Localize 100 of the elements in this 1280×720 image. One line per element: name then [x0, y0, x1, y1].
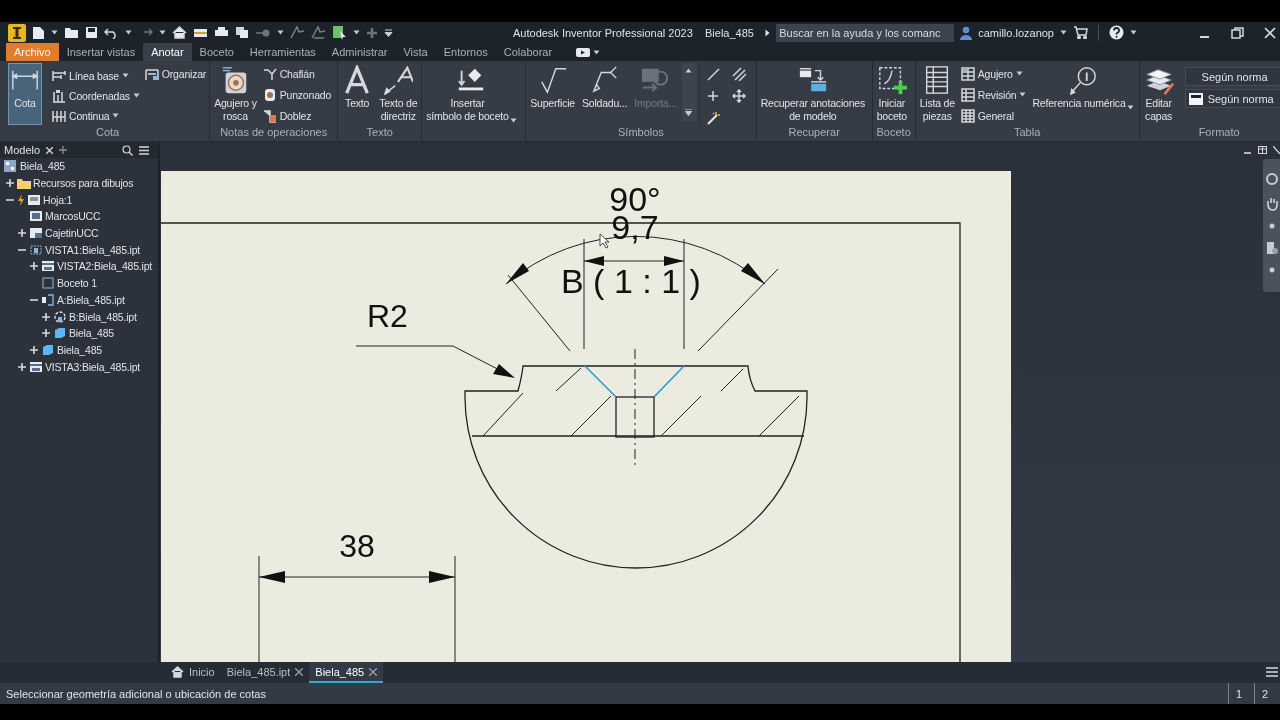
document-tab[interactable]: Biela_485.ipt: [220, 662, 310, 683]
document-tab[interactable]: Biela_485: [309, 662, 384, 683]
ribbon-button[interactable]: Cota: [8, 63, 42, 125]
expand-icon[interactable]: [30, 262, 38, 271]
document-tab[interactable]: Inicio: [165, 662, 221, 683]
plus-icon[interactable]: [366, 26, 378, 39]
tree-item[interactable]: Boceto 1: [57, 277, 97, 290]
ribbon-button[interactable]: Continua: [51, 107, 141, 124]
ribbon-button[interactable]: Chaflán: [261, 65, 333, 82]
line-button[interactable]: [705, 67, 722, 81]
ribbon-tab[interactable]: Administrar: [323, 43, 396, 61]
caret-icon: [132, 93, 140, 98]
move-button[interactable]: [731, 89, 748, 103]
search-icon[interactable]: [122, 144, 133, 156]
tree-item[interactable]: Recursos para dibujos: [33, 177, 134, 190]
ribbon-tab[interactable]: Colaborar: [495, 43, 561, 61]
panel-title: Cota: [95, 126, 120, 138]
tree-item[interactable]: Biela_485: [20, 160, 65, 173]
tree-item[interactable]: Biela_485: [69, 327, 114, 340]
undo-icon[interactable]: [104, 26, 119, 39]
ribbon-button[interactable]: Agujero: [959, 65, 1028, 82]
ribbon-button[interactable]: Línea base: [51, 67, 141, 84]
folder-icon: [17, 177, 31, 190]
tree-item[interactable]: CajetinUCC: [45, 227, 99, 240]
menu-icon[interactable]: [1266, 667, 1278, 677]
cart-icon[interactable]: [1073, 26, 1088, 39]
save-icon[interactable]: [85, 26, 98, 39]
ribbon-button[interactable]: Recuperar anotaciones de modelo: [758, 63, 867, 125]
ribbon-tab[interactable]: Herramientas: [241, 43, 324, 61]
ribbon-button[interactable]: Superficie: [528, 63, 577, 125]
panel-title: Notas de operaciones: [220, 126, 328, 138]
restore-icon[interactable]: [1231, 26, 1244, 39]
ribbon-button[interactable]: Texto: [340, 63, 375, 125]
ribbon-button[interactable]: Editar capas: [1141, 63, 1176, 125]
balloon-icon: [1068, 65, 1099, 95]
ribbon-button[interactable]: Referencia numérica: [1030, 63, 1136, 125]
ribbon-tab[interactable]: Boceto: [191, 43, 242, 61]
search-field[interactable]: Buscar en la ayuda y los comanc: [776, 23, 955, 42]
ribbon-button[interactable]: Iniciar boceto: [874, 63, 909, 125]
ribbon-button[interactable]: Punzonado: [261, 86, 333, 103]
new-file-icon[interactable]: [32, 25, 45, 40]
gallery-scroll-bar[interactable]: [681, 63, 696, 121]
ribbon-tab[interactable]: Insertar vistas: [58, 43, 144, 61]
ribbon-tab[interactable]: Anotar: [143, 43, 192, 61]
section-view-icon: [41, 293, 55, 306]
expand-icon[interactable]: [18, 362, 26, 371]
panel-title: Tabla: [1013, 126, 1041, 138]
expand-icon[interactable]: [42, 329, 50, 338]
expand-icon[interactable]: [6, 179, 14, 188]
ribbon-button[interactable]: Revisión: [959, 86, 1028, 103]
user-name[interactable]: camillo.lozanop: [978, 26, 1054, 39]
print-icon[interactable]: [214, 26, 229, 39]
ribbon-button[interactable]: Coordenadas: [51, 87, 141, 104]
ribbon-button[interactable]: Insertar símbolo de boceto: [424, 63, 519, 125]
ribbon-button[interactable]: Agujero y rosca: [212, 63, 259, 125]
tree-item[interactable]: VISTA3:Biela_485.ipt: [45, 360, 141, 373]
tree-item[interactable]: B:Biela_485.ipt: [69, 310, 137, 323]
add-tab-icon[interactable]: [59, 146, 68, 154]
ribbon-button[interactable]: Lista de piezas: [917, 63, 957, 125]
hatch-button[interactable]: [731, 67, 748, 81]
copy-icon[interactable]: [235, 26, 249, 39]
open-folder-icon[interactable]: [64, 26, 79, 39]
tree-item[interactable]: MarcosUCC: [45, 210, 101, 223]
style-dropdown[interactable]: Según norma: [1184, 67, 1280, 86]
app-logo[interactable]: [8, 23, 26, 42]
punch-icon: [262, 87, 277, 102]
home-icon[interactable]: [172, 26, 187, 39]
video-icon[interactable]: [576, 47, 591, 57]
help-icon[interactable]: [1109, 25, 1124, 40]
ribbon-button[interactable]: Soldadu...: [579, 63, 630, 125]
ribbon-tab[interactable]: Vista: [395, 43, 436, 61]
ribbon-button[interactable]: Texto de directriz: [377, 63, 420, 125]
ribbon-tab[interactable]: Entornos: [435, 43, 496, 61]
menu-icon[interactable]: [139, 145, 149, 155]
style-dropdown[interactable]: Según norma: [1184, 89, 1280, 108]
tree-item[interactable]: A:Biela_485.ipt: [57, 293, 125, 306]
expand-icon[interactable]: [18, 229, 26, 238]
expand-icon[interactable]: [30, 345, 38, 354]
panel-title: Recuperar: [788, 126, 840, 138]
key-icon[interactable]: [255, 27, 271, 38]
ribbon-button[interactable]: General: [959, 107, 1028, 124]
close-icon[interactable]: [1273, 146, 1280, 154]
view-icon: [29, 360, 43, 373]
tree-item[interactable]: Biela_485: [57, 343, 102, 356]
tile-icon[interactable]: [1258, 146, 1267, 154]
magic-wand-button[interactable]: [705, 111, 722, 125]
caret-icon: [593, 49, 601, 55]
pan-icon[interactable]: [1265, 197, 1278, 211]
ribbon-button[interactable]: Doblez: [261, 107, 333, 124]
tree-item[interactable]: VISTA1:Biela_485.ipt: [45, 243, 141, 256]
select-icon[interactable]: [332, 25, 347, 40]
close-icon[interactable]: [1264, 26, 1276, 39]
customize-icon[interactable]: [384, 28, 393, 37]
tree-item[interactable]: VISTA2:Biela_485.ipt: [57, 260, 153, 273]
expand-icon[interactable]: [42, 312, 50, 321]
ribbon-button[interactable]: Organizar: [143, 65, 208, 82]
user-icon[interactable]: [960, 25, 973, 40]
close-icon[interactable]: [295, 667, 304, 676]
tree-item[interactable]: Hoja:1: [43, 193, 73, 206]
layout-icon[interactable]: [193, 26, 208, 39]
